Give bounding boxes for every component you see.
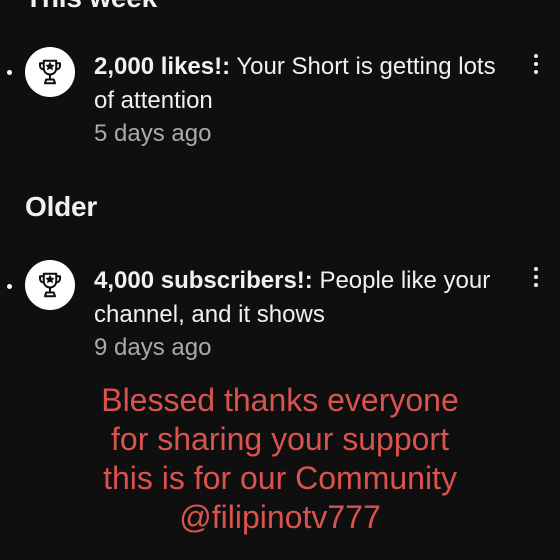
more-options-button[interactable] — [522, 262, 550, 292]
trophy-icon — [39, 59, 61, 85]
notification-text: 2,000 likes!: Your Short is getting lots… — [94, 50, 514, 118]
notification-time: 9 days ago — [94, 334, 212, 361]
more-options-button[interactable] — [522, 49, 550, 79]
notification-text: 4,000 subscribers!: People like your cha… — [94, 264, 514, 332]
overlay-line: for sharing your support — [111, 421, 449, 457]
notification-avatar — [25, 260, 75, 310]
section-title-older: Older — [25, 191, 98, 222]
overlay-line: this is for our Community — [103, 460, 457, 496]
notification-title: 2,000 likes!: — [94, 53, 231, 80]
notification-title: 4,000 subscribers!: — [94, 267, 313, 294]
unread-dot — [7, 70, 12, 75]
section-title-this-week: This week — [25, 0, 157, 14]
trophy-icon — [39, 272, 61, 298]
notification-avatar — [25, 47, 75, 97]
overlay-line: Blessed thanks everyone — [101, 382, 459, 418]
overlay-caption: Blessed thanks everyone for sharing your… — [0, 381, 560, 537]
more-vert-icon — [534, 267, 538, 271]
notifications-page: This week 2,000 likes!: Your Short is ge… — [0, 0, 560, 560]
more-vert-icon — [534, 54, 538, 58]
notification-time: 5 days ago — [94, 120, 212, 147]
unread-dot — [7, 284, 12, 289]
overlay-line: @filipinotv777 — [179, 499, 381, 535]
